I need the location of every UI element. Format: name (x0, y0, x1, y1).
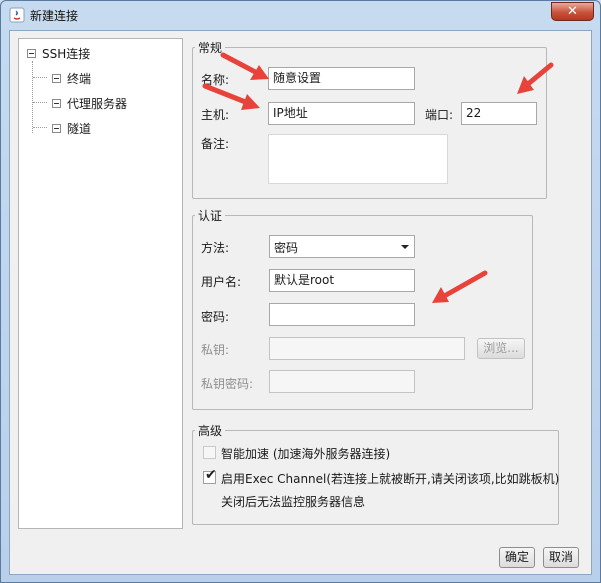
browse-button[interactable]: 浏览... (477, 338, 525, 359)
group-legend: 常规 (198, 41, 223, 55)
smart-accel-label: 智能加速 (加速海外服务器连接) (221, 447, 391, 461)
note-textarea[interactable] (268, 134, 448, 184)
ok-button[interactable]: 确定 (499, 547, 535, 568)
method-label: 方法: (201, 241, 230, 255)
password-label: 密码: (201, 310, 230, 324)
private-key-field[interactable] (269, 337, 465, 360)
port-label: 端口: (425, 108, 454, 122)
check-icon: ✔ (205, 467, 217, 483)
dialog-body: SSH连接 终端 代理服务器 隧道 常规 名称: 随意设置 主机: IP地址 端… (9, 30, 592, 575)
java-app-icon (9, 7, 25, 23)
host-label: 主机: (201, 108, 230, 122)
settings-tree: SSH连接 终端 代理服务器 隧道 (18, 38, 183, 529)
exec-channel-note: 关闭后无法监控服务器信息 (221, 495, 366, 509)
chevron-down-icon (401, 245, 409, 249)
private-key-label: 私钥: (201, 343, 230, 357)
name-label: 名称: (201, 73, 230, 87)
collapse-icon[interactable] (52, 74, 61, 83)
close-icon[interactable]: ✕ (551, 2, 594, 21)
tree-item-label: SSH连接 (42, 47, 91, 61)
host-field[interactable]: IP地址 (268, 102, 415, 125)
tree-item-label: 代理服务器 (67, 97, 128, 111)
exec-channel-checkbox[interactable]: ✔ (203, 467, 217, 484)
cancel-button[interactable]: 取消 (543, 547, 579, 568)
tree-item-label: 隧道 (67, 122, 92, 136)
password-field[interactable] (269, 303, 415, 326)
username-label: 用户名: (201, 275, 242, 289)
port-field[interactable]: 22 (461, 102, 537, 125)
window-title: 新建连接 (30, 9, 79, 23)
dialog-window: 新建连接 ✕ SSH连接 终端 代理服务器 隧道 常规 名称: 随意设置 主机:… (0, 0, 601, 583)
tree-item-label: 终端 (67, 72, 92, 86)
key-password-label: 私钥密码: (201, 377, 254, 391)
collapse-icon[interactable] (52, 124, 61, 133)
smart-accel-checkbox[interactable] (203, 446, 216, 459)
tree-item-ssh[interactable]: SSH连接 (27, 45, 90, 62)
method-value: 密码 (274, 241, 299, 255)
group-legend: 高级 (198, 424, 223, 438)
collapse-icon[interactable] (52, 99, 61, 108)
group-legend: 认证 (198, 209, 223, 223)
exec-channel-label: 启用Exec Channel(若连接上就被断开,请关闭该项,比如跳板机) (221, 472, 560, 486)
username-field[interactable]: 默认是root (269, 269, 415, 292)
collapse-icon[interactable] (27, 49, 36, 58)
tree-item-proxy[interactable]: 代理服务器 (52, 95, 127, 112)
note-label: 备注: (201, 137, 230, 151)
title-bar: 新建连接 ✕ (1, 1, 600, 29)
method-select[interactable]: 密码 (269, 235, 415, 258)
key-password-field[interactable] (269, 370, 415, 393)
name-field[interactable]: 随意设置 (268, 67, 415, 90)
tree-item-terminal[interactable]: 终端 (52, 70, 91, 87)
tree-item-tunnel[interactable]: 隧道 (52, 120, 91, 137)
